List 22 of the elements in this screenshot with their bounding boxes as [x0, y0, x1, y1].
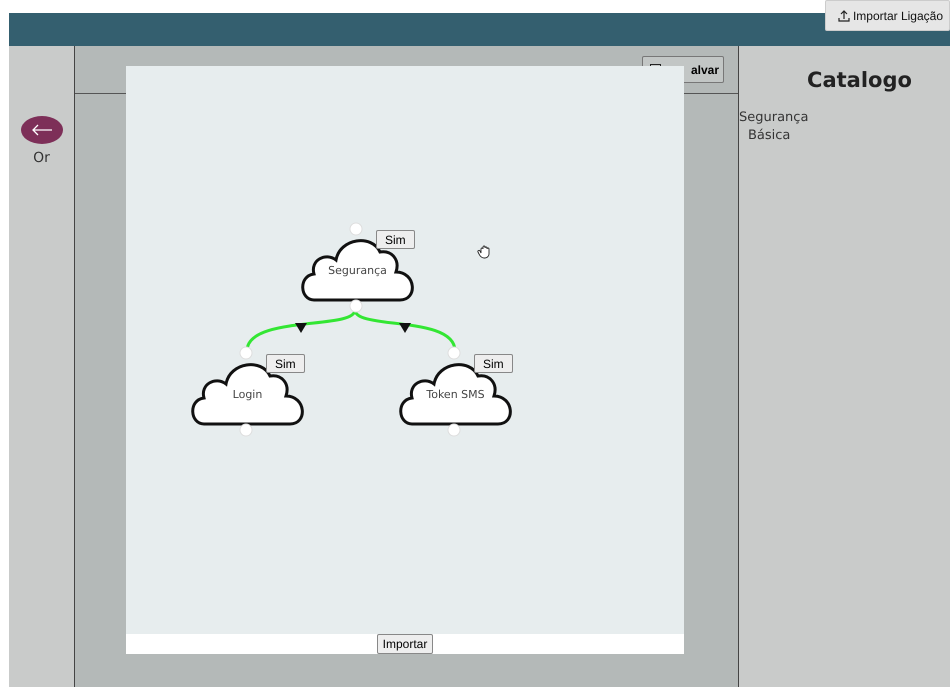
import-button[interactable]: Importar: [376, 634, 434, 654]
node-label: Token SMS: [425, 388, 486, 401]
back-button[interactable]: [20, 116, 62, 144]
import-link-button[interactable]: Importar Ligação: [824, 0, 950, 31]
catalog-item[interactable]: Segurança: [739, 109, 950, 127]
hand-cursor-icon: [477, 245, 491, 259]
node-label: Segurança: [327, 264, 388, 277]
node-badge-button[interactable]: Sim: [474, 354, 513, 373]
node-badge-button[interactable]: Sim: [266, 354, 305, 373]
catalog-item[interactable]: Básica: [739, 127, 950, 145]
sidebar-label: Or: [33, 150, 50, 166]
connection-handle[interactable]: [448, 424, 460, 436]
node-label: Login: [232, 388, 264, 401]
connection-handle[interactable]: [350, 222, 362, 236]
connection-handle[interactable]: [448, 346, 460, 360]
connection-handle[interactable]: [350, 300, 362, 312]
arrow-left-icon: [30, 124, 52, 136]
upload-icon: [838, 10, 850, 22]
connection-handle[interactable]: [240, 424, 252, 436]
connection-handle[interactable]: [240, 346, 252, 360]
node-badge-button[interactable]: Sim: [376, 230, 415, 249]
catalog-title: Catalogo: [806, 68, 913, 92]
